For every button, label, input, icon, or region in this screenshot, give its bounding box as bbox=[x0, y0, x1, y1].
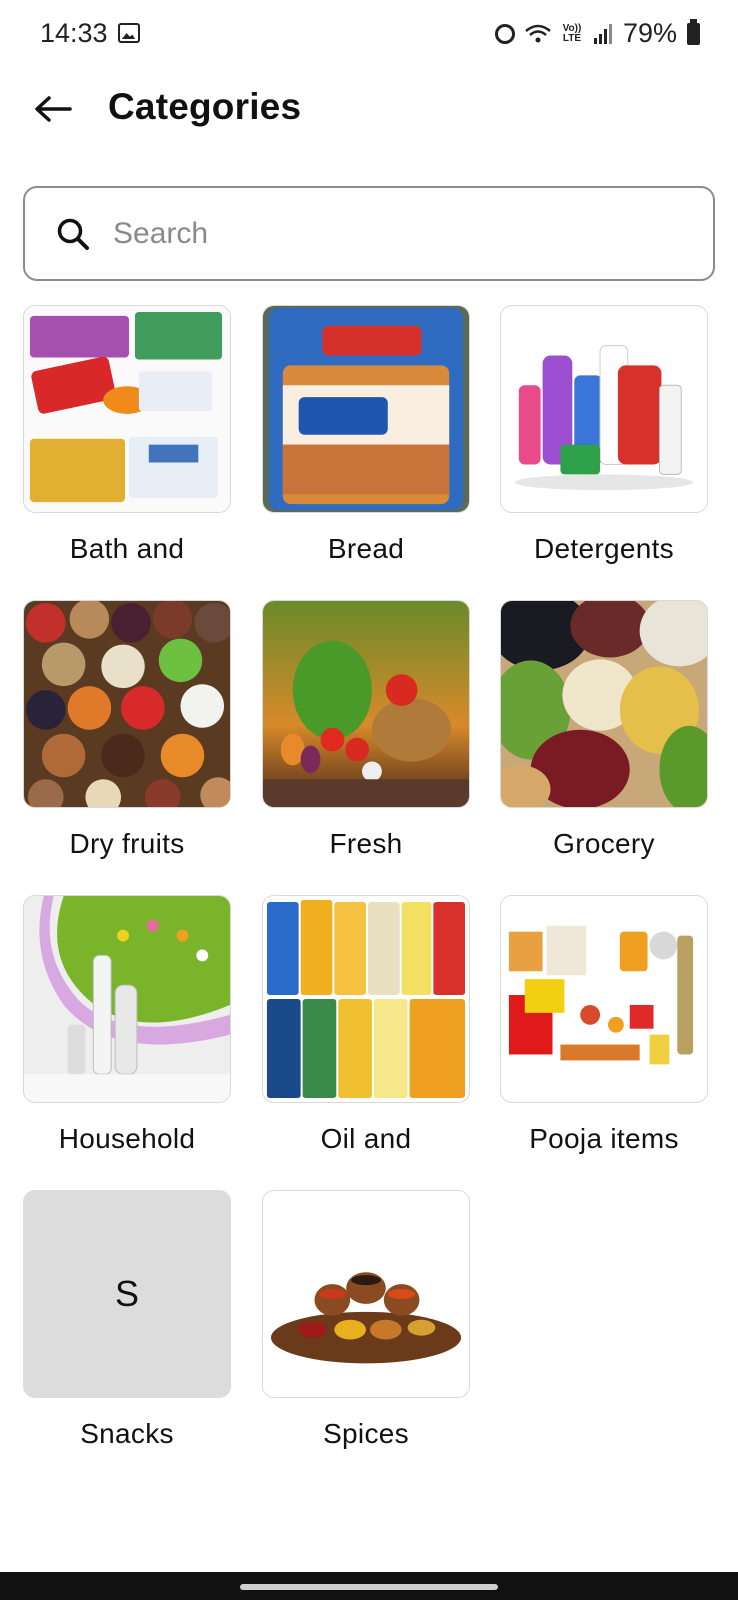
category-label: Spices bbox=[323, 1418, 409, 1449]
category-label: Fresh bbox=[329, 828, 403, 859]
back-button[interactable] bbox=[32, 88, 74, 130]
category-tile-fresh[interactable]: Fresh bbox=[262, 600, 470, 860]
battery-icon bbox=[687, 18, 700, 45]
status-icons: Vo)) LTE 79% bbox=[494, 18, 700, 49]
category-tile-household[interactable]: Household bbox=[23, 895, 231, 1155]
snacks-placeholder-image[interactable]: S bbox=[23, 1190, 231, 1398]
battery-percent: 79% bbox=[622, 18, 677, 48]
grocery-grains-image[interactable] bbox=[500, 600, 708, 808]
detergents-image[interactable] bbox=[500, 305, 708, 513]
category-label: Dry fruits bbox=[69, 828, 185, 859]
search-icon bbox=[53, 214, 93, 254]
household-image[interactable] bbox=[23, 895, 231, 1103]
header: Categories bbox=[0, 80, 738, 140]
pooja-items-image[interactable] bbox=[500, 895, 708, 1103]
search-input[interactable] bbox=[113, 216, 673, 251]
cooking-oil-image[interactable] bbox=[262, 895, 470, 1103]
category-tile-grocery[interactable]: Grocery bbox=[500, 600, 708, 860]
dry-fruits-image[interactable] bbox=[23, 600, 231, 808]
category-label: Grocery bbox=[553, 828, 655, 859]
category-label: Oil and bbox=[320, 1123, 412, 1154]
category-label: Bath and bbox=[69, 533, 185, 564]
category-label: Snacks bbox=[80, 1418, 174, 1449]
gallery-icon bbox=[118, 23, 140, 43]
category-tile-bath[interactable]: Bath and bbox=[23, 305, 231, 565]
placeholder-letter: S bbox=[114, 1273, 139, 1314]
search-box[interactable] bbox=[23, 186, 715, 281]
status-time: 14:33 bbox=[40, 18, 108, 48]
fresh-vegetables-image[interactable] bbox=[262, 600, 470, 808]
bread-image[interactable] bbox=[262, 305, 470, 513]
page-title: Categories bbox=[108, 86, 302, 127]
category-tile-dry-fruits[interactable]: Dry fruits bbox=[23, 600, 231, 860]
category-tile-snacks[interactable]: S Snacks bbox=[23, 1190, 231, 1450]
arrow-left-icon bbox=[35, 96, 72, 122]
spices-image[interactable] bbox=[262, 1190, 470, 1398]
home-indicator[interactable] bbox=[240, 1584, 498, 1590]
alarm-icon bbox=[494, 23, 515, 44]
system-navigation-bar bbox=[0, 1572, 738, 1600]
category-tile-bread[interactable]: Bread bbox=[262, 305, 470, 565]
category-tile-pooja[interactable]: Pooja items bbox=[500, 895, 708, 1155]
category-label: Pooja items bbox=[529, 1123, 679, 1154]
wifi-icon bbox=[525, 24, 551, 44]
category-tile-detergents[interactable]: Detergents bbox=[500, 305, 708, 565]
signal-icon bbox=[593, 23, 613, 45]
status-bar: 14:33 Vo)) LTE 79% bbox=[0, 0, 738, 70]
bath-products-image[interactable] bbox=[23, 305, 231, 513]
lte-label-bottom: LTE bbox=[562, 32, 582, 44]
category-tile-oil[interactable]: Oil and bbox=[262, 895, 470, 1155]
lte-icon: Vo)) LTE bbox=[561, 23, 583, 44]
category-label: Household bbox=[58, 1123, 196, 1154]
category-label: Bread bbox=[327, 533, 405, 564]
category-label: Detergents bbox=[534, 533, 674, 564]
category-tile-spices[interactable]: Spices bbox=[262, 1190, 470, 1450]
